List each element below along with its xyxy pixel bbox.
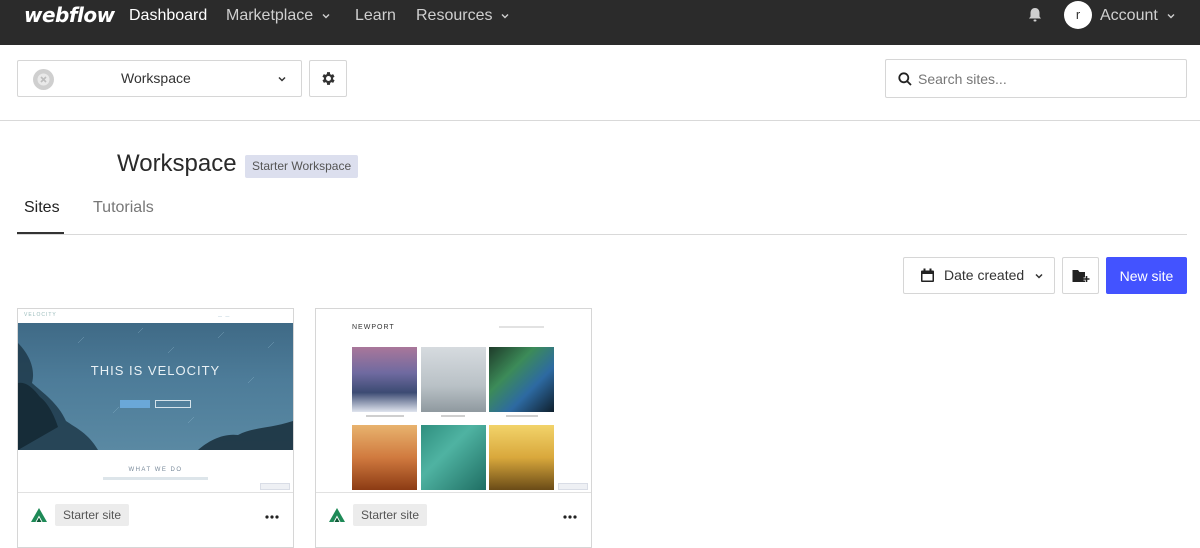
header-divider (0, 120, 1200, 121)
search-sites[interactable] (885, 59, 1187, 98)
chevron-down-icon (1167, 14, 1175, 19)
site-logo-icon (329, 508, 345, 522)
tab-sites[interactable]: Sites (24, 199, 60, 217)
nav-marketplace[interactable]: Marketplace (226, 0, 331, 32)
search-icon (898, 72, 912, 86)
preview-caption (506, 415, 538, 417)
chevron-down-icon (501, 14, 509, 19)
nav-resources[interactable]: Resources (416, 0, 510, 32)
nav-dashboard[interactable]: Dashboard (129, 0, 207, 32)
tree-silhouette (18, 327, 293, 450)
more-options-icon[interactable] (559, 504, 581, 524)
chevron-down-icon (322, 14, 330, 19)
preview-caption (441, 415, 465, 417)
preview-section-title: WHAT WE DO (128, 467, 183, 473)
chevron-down-icon (278, 76, 286, 82)
preview-navbar: VELOCITY — — (18, 309, 293, 323)
preview-image (421, 425, 486, 490)
sort-label: Date created (944, 267, 1025, 283)
webflow-logo[interactable]: webflow (24, 3, 115, 27)
site-preview-thumbnail[interactable]: VELOCITY — — THIS IS VELOCITY WHAT WE DO (18, 309, 293, 493)
preview-image (352, 425, 417, 490)
workspace-select-label: Workspace (121, 70, 191, 86)
preview-image (489, 347, 554, 412)
more-options-icon[interactable] (261, 504, 283, 524)
page-title: Workspace (117, 150, 237, 177)
preview-section-text (103, 477, 208, 480)
chevron-down-icon (1035, 273, 1043, 279)
site-card[interactable]: VELOCITY — — THIS IS VELOCITY WHAT WE DO (17, 308, 294, 548)
site-preview-thumbnail[interactable]: NEWPORT (316, 309, 591, 493)
preview-nav-links: — — (218, 313, 230, 318)
preview-image (489, 425, 554, 490)
new-site-button[interactable]: New site (1106, 257, 1187, 294)
nav-learn-label: Learn (355, 7, 396, 24)
nav-dashboard-label: Dashboard (129, 7, 208, 24)
calendar-icon (921, 268, 934, 282)
starter-site-badge: Starter site (353, 504, 428, 526)
preview-section: WHAT WE DO (18, 450, 293, 492)
account-menu[interactable]: Account (1100, 0, 1176, 32)
search-input[interactable] (918, 60, 1178, 97)
preview-cta-primary (120, 400, 150, 408)
folder-plus-icon (1072, 270, 1090, 282)
account-label: Account (1100, 7, 1158, 24)
preview-hero: THIS IS VELOCITY (18, 323, 293, 450)
workspace-avatar-icon (33, 69, 54, 90)
sort-dropdown[interactable]: Date created (903, 257, 1055, 294)
starter-site-badge: Starter site (55, 504, 130, 526)
new-folder-button[interactable] (1062, 257, 1099, 294)
gear-icon (322, 72, 335, 85)
preview-brand: VELOCITY (24, 312, 57, 318)
tab-tutorials[interactable]: Tutorials (93, 199, 154, 217)
made-in-webflow-tag (260, 483, 290, 490)
bell-icon[interactable] (1026, 6, 1044, 24)
preview-image (352, 347, 417, 412)
workspace-settings-button[interactable] (309, 60, 347, 97)
tabs-divider (17, 234, 1187, 235)
preview-headline: THIS IS VELOCITY (90, 363, 221, 378)
site-logo-icon (31, 508, 47, 522)
avatar[interactable]: r (1064, 1, 1092, 29)
preview-cta-secondary (155, 400, 191, 408)
site-card-footer: Starter site (18, 494, 293, 534)
plan-badge: Starter Workspace (245, 155, 359, 178)
nav-resources-label: Resources (416, 7, 493, 24)
top-nav: webflow Dashboard Marketplace Learn Reso… (0, 0, 1200, 45)
workspace-select[interactable]: Workspace (17, 60, 302, 97)
preview-nav-links (499, 326, 544, 328)
nav-marketplace-label: Marketplace (226, 7, 314, 24)
preview-caption (366, 415, 404, 417)
preview-image (421, 347, 486, 412)
preview-brand: NEWPORT (352, 324, 395, 331)
made-in-webflow-tag (558, 483, 588, 490)
nav-learn[interactable]: Learn (355, 0, 396, 32)
site-card-footer: Starter site (316, 494, 591, 534)
site-card[interactable]: NEWPORT Starter site (315, 308, 592, 548)
